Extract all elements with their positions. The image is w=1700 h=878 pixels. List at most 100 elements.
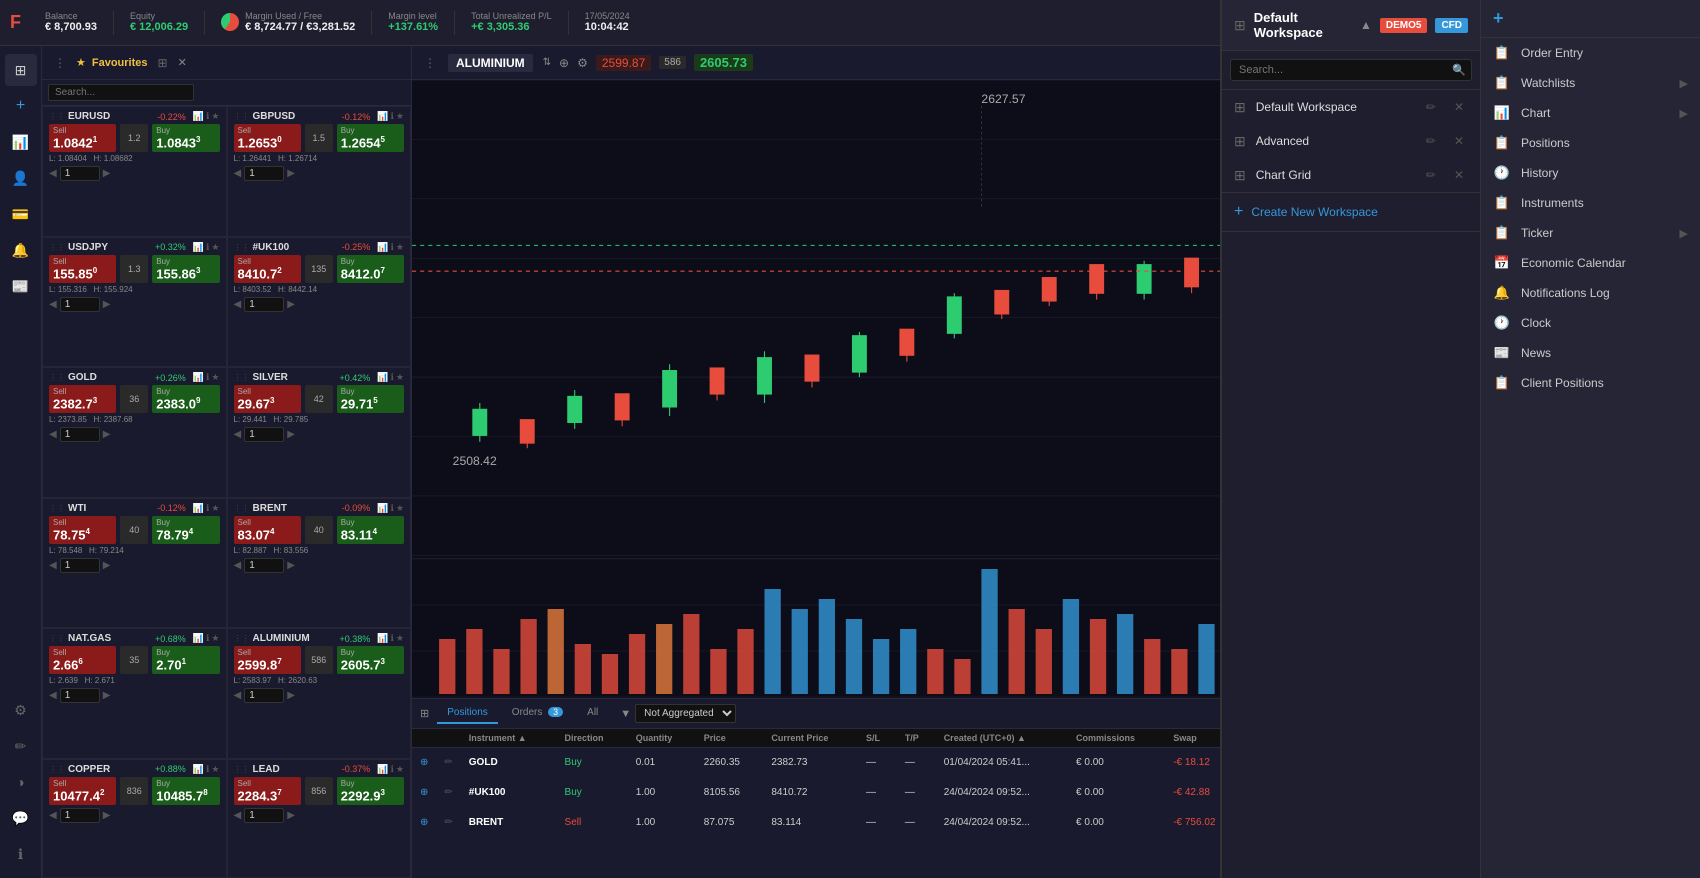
workspace-item-delete-chartgrid[interactable]: ✕ (1450, 166, 1468, 184)
wl-sell-block[interactable]: Sell 83.074 (234, 516, 301, 544)
wl-info-icon[interactable]: ℹ (391, 111, 394, 122)
wl-qty-down[interactable]: ◀ (49, 299, 57, 310)
workspace-item-default[interactable]: ⊞ Default Workspace ✏ ✕ (1222, 90, 1480, 124)
wl-chart-icon[interactable]: 📊 (377, 111, 388, 122)
wl-qty-input-#UK100[interactable] (244, 297, 284, 312)
wl-qty-down[interactable]: ◀ (234, 810, 242, 821)
sidebar-icon-chart[interactable]: 📊 (5, 126, 37, 158)
wl-qty-up[interactable]: ▶ (103, 810, 111, 821)
wl-buy-block[interactable]: Buy 29.715 (337, 385, 404, 413)
wl-chart-icon[interactable]: 📊 (193, 111, 204, 122)
workspace-item-delete-default[interactable]: ✕ (1450, 98, 1468, 116)
wl-sell-block[interactable]: Sell 1.08421 (49, 124, 116, 152)
wl-star-icon[interactable]: ★ (396, 503, 404, 514)
workspace-search-input[interactable] (1230, 59, 1472, 81)
wl-qty-down[interactable]: ◀ (49, 690, 57, 701)
wl-star-icon[interactable]: ★ (396, 111, 404, 122)
wl-sell-block[interactable]: Sell 10477.42 (49, 777, 116, 805)
wl-qty-up[interactable]: ▶ (287, 690, 295, 701)
tab-positions[interactable]: Positions (437, 703, 498, 724)
workspace-item-edit-chartgrid[interactable]: ✏ (1422, 166, 1440, 184)
sidebar-icon-grid[interactable]: ⊞ (5, 54, 37, 86)
wl-qty-input-WTI[interactable] (60, 558, 100, 573)
add-widget-item-order-entry[interactable]: 📋 Order Entry (1481, 38, 1700, 68)
wl-info-icon[interactable]: ℹ (206, 633, 209, 644)
wl-chart-icon[interactable]: 📊 (193, 242, 204, 253)
wl-qty-up[interactable]: ▶ (287, 560, 295, 571)
wl-info-icon[interactable]: ℹ (391, 372, 394, 383)
watchlist-close-icon[interactable]: ✕ (178, 56, 187, 69)
wl-qty-up[interactable]: ▶ (103, 168, 111, 179)
wl-qty-input-GBPUSD[interactable] (244, 166, 284, 181)
chart-symbol-arrows[interactable]: ⇅ (543, 57, 551, 68)
row-edit[interactable]: ✏ (436, 748, 460, 778)
wl-chart-icon[interactable]: 📊 (377, 372, 388, 383)
wl-star-icon[interactable]: ★ (211, 242, 219, 253)
wl-buy-block[interactable]: Buy 2292.93 (337, 777, 404, 805)
wl-sell-block[interactable]: Sell 1.26530 (234, 124, 301, 152)
chart-settings-icon[interactable]: ⚙ (577, 56, 588, 70)
workspace-item-advanced[interactable]: ⊞ Advanced ✏ ✕ (1222, 124, 1480, 158)
wl-sell-block[interactable]: Sell 29.673 (234, 385, 301, 413)
sidebar-icon-news[interactable]: 📰 (5, 270, 37, 302)
sidebar-icon-chat[interactable]: 💬 (5, 802, 37, 834)
wl-chart-icon[interactable]: 📊 (377, 633, 388, 644)
add-widget-item-watchlists[interactable]: 📋 Watchlists ▶ (1481, 68, 1700, 98)
col-header-tp[interactable]: T/P (897, 729, 936, 748)
wl-qty-input-SILVER[interactable] (244, 427, 284, 442)
wl-star-icon[interactable]: ★ (211, 111, 219, 122)
watchlist-search-input[interactable] (48, 84, 194, 101)
wl-qty-up[interactable]: ▶ (103, 429, 111, 440)
wl-qty-input-LEAD[interactable] (244, 808, 284, 823)
wl-buy-block[interactable]: Buy 8412.07 (337, 255, 404, 283)
wl-info-icon[interactable]: ℹ (206, 764, 209, 775)
tab-orders[interactable]: Orders 3 (502, 703, 573, 724)
add-widget-item-clock[interactable]: 🕐 Clock (1481, 308, 1700, 338)
col-header-instrument[interactable]: Instrument ▲ (461, 729, 557, 748)
wl-star-icon[interactable]: ★ (396, 764, 404, 775)
col-header-commissions[interactable]: Commissions (1068, 729, 1165, 748)
chart-add-icon[interactable]: ⊕ (559, 56, 569, 70)
add-widget-item-notifications-log[interactable]: 🔔 Notifications Log (1481, 278, 1700, 308)
row-edit[interactable]: ✏ (436, 778, 460, 808)
sidebar-icon-theme[interactable]: ◑ (5, 766, 37, 798)
wl-chart-icon[interactable]: 📊 (377, 503, 388, 514)
wl-chart-icon[interactable]: 📊 (193, 633, 204, 644)
wl-buy-block[interactable]: Buy 2.701 (152, 646, 219, 674)
wl-qty-down[interactable]: ◀ (49, 168, 57, 179)
wl-qty-down[interactable]: ◀ (234, 168, 242, 179)
tab-all[interactable]: All (577, 703, 608, 724)
add-widget-item-economic-calendar[interactable]: 📅 Economic Calendar (1481, 248, 1700, 278)
wl-info-icon[interactable]: ℹ (206, 111, 209, 122)
add-widget-item-history[interactable]: 🕐 History (1481, 158, 1700, 188)
wl-sell-block[interactable]: Sell 155.850 (49, 255, 116, 283)
wl-qty-input-ALUMINIUM[interactable] (244, 688, 284, 703)
wl-info-icon[interactable]: ℹ (391, 764, 394, 775)
watchlist-layout-icon[interactable]: ⊞ (154, 54, 172, 72)
wl-qty-up[interactable]: ▶ (287, 810, 295, 821)
wl-sell-block[interactable]: Sell 2.666 (49, 646, 116, 674)
sidebar-icon-info[interactable]: ℹ (5, 838, 37, 870)
workspace-item-delete-advanced[interactable]: ✕ (1450, 132, 1468, 150)
workspace-item-edit-advanced[interactable]: ✏ (1422, 132, 1440, 150)
wl-star-icon[interactable]: ★ (211, 633, 219, 644)
col-header-quantity[interactable]: Quantity (628, 729, 696, 748)
wl-star-icon[interactable]: ★ (211, 372, 219, 383)
workspace-chevron-up[interactable]: ▲ (1360, 18, 1372, 32)
create-workspace-button[interactable]: + Create New Workspace (1222, 193, 1480, 232)
wl-star-icon[interactable]: ★ (396, 372, 404, 383)
add-widget-item-client-positions[interactable]: 📋 Client Positions (1481, 368, 1700, 398)
sidebar-icon-settings[interactable]: ⚙ (5, 694, 37, 726)
wl-qty-up[interactable]: ▶ (103, 560, 111, 571)
wl-qty-up[interactable]: ▶ (103, 690, 111, 701)
bottom-filter-select[interactable]: Not Aggregated (635, 704, 736, 723)
col-header-created[interactable]: Created (UTC+0) ▲ (936, 729, 1068, 748)
row-edit[interactable]: ✏ (436, 808, 460, 838)
wl-qty-up[interactable]: ▶ (287, 429, 295, 440)
wl-qty-input-NAT.GAS[interactable] (60, 688, 100, 703)
col-header-sl[interactable]: S/L (858, 729, 897, 748)
wl-info-icon[interactable]: ℹ (206, 242, 209, 253)
workspace-item-edit-default[interactable]: ✏ (1422, 98, 1440, 116)
wl-info-icon[interactable]: ℹ (391, 633, 394, 644)
wl-buy-block[interactable]: Buy 1.08433 (152, 124, 219, 152)
